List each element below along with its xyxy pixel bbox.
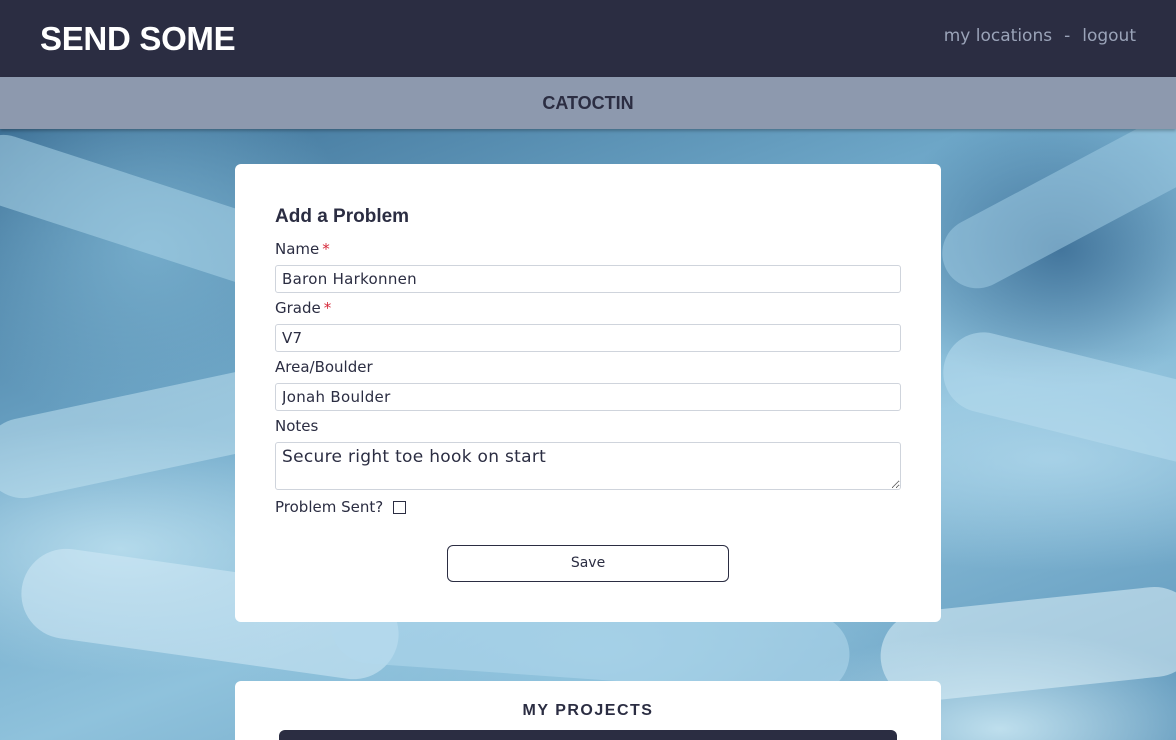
notes-textarea[interactable]: Secure right toe hook on start [275,442,901,490]
form-title: Add a Problem [275,206,410,227]
area-label: Area/Boulder [275,358,373,376]
notes-label: Notes [275,417,319,435]
name-label-text: Name [275,240,320,258]
add-problem-form: Add a Problem Name* Grade* Area/Boulder … [235,164,941,622]
logout-link[interactable]: logout [1082,26,1136,46]
location-bar: CATOCTIN [0,77,1176,129]
my-projects-section: MY PROJECTS [235,681,941,740]
projects-title: MY PROJECTS [522,702,654,719]
location-title: CATOCTIN [542,93,634,113]
grade-label: Grade * [275,299,901,320]
nav-separator: - [1064,26,1071,46]
projects-table-header [279,730,897,740]
rope-decoration [934,323,1176,475]
name-label: Name * [275,240,901,261]
required-mark: * [322,240,330,258]
area-boulder-input[interactable] [275,383,901,411]
save-button[interactable]: Save [447,545,729,582]
top-navbar: SEND SOME my locations - logout [0,0,1176,77]
name-input[interactable] [275,265,901,293]
required-mark: * [323,299,332,317]
my-locations-link[interactable]: my locations [944,26,1052,46]
problem-sent-label: Problem Sent? [275,498,384,516]
user-nav: my locations - logout [944,26,1136,46]
problem-sent-row: Problem Sent? [275,498,901,516]
rope-decoration [929,107,1176,301]
problem-sent-checkbox[interactable] [393,500,407,514]
grade-input[interactable] [275,324,901,352]
grade-label-text: Grade [275,299,321,317]
brand-logo[interactable]: SEND SOME [40,20,236,58]
